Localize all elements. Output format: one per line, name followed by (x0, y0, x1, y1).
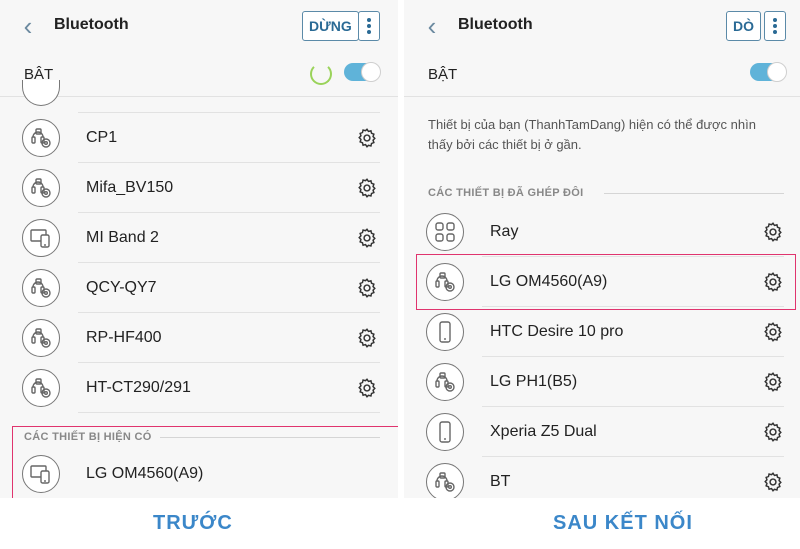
device-name: LG PH1(B5) (490, 373, 578, 390)
headset-icon (426, 463, 464, 498)
app-bar: ‹ Bluetooth DỪNG (0, 0, 398, 52)
more-options-icon[interactable] (764, 11, 786, 41)
gear-icon[interactable] (356, 327, 378, 349)
stop-scan-button[interactable]: DỪNG (302, 11, 359, 41)
device-row[interactable]: CP1 (0, 113, 398, 163)
phone-icon (426, 313, 464, 351)
gear-icon[interactable] (762, 471, 784, 493)
gear-icon[interactable] (762, 421, 784, 443)
headset-icon (22, 119, 60, 157)
back-arrow-icon[interactable]: ‹ (16, 13, 40, 39)
headset-icon (22, 269, 60, 307)
device-name: HT-CT290/291 (86, 379, 191, 396)
devices-icon (22, 219, 60, 257)
more-options-icon[interactable] (358, 11, 380, 41)
device-name: BT (490, 473, 511, 490)
device-name: CP1 (86, 129, 118, 146)
gear-icon[interactable] (356, 127, 378, 149)
phone-icon (426, 413, 464, 451)
left-screen: ‹ Bluetooth DỪNG BẬT CP1 Mifa_BV150 MI Ban… (0, 0, 398, 498)
gear-icon[interactable] (356, 377, 378, 399)
page-title: Bluetooth (54, 16, 129, 33)
device-row[interactable]: BT (404, 457, 800, 498)
device-row[interactable]: Xperia Z5 Dual (404, 407, 800, 457)
device-name: QCY-QY7 (86, 279, 157, 296)
device-name: HTC Desire 10 pro (490, 323, 624, 340)
after-caption: SAU KẾT NỐI (553, 512, 693, 534)
bluetooth-toggle[interactable] (344, 62, 381, 82)
grid-icon (426, 213, 464, 251)
highlight-box (12, 426, 398, 498)
highlight-box (416, 254, 796, 310)
right-screen: ‹ Bluetooth DÒ BẬT Thiết bị của bạn (Tha… (404, 0, 800, 498)
device-name: MI Band 2 (86, 229, 159, 246)
partial-device-icon (22, 80, 60, 106)
device-row[interactable]: MI Band 2 (0, 213, 398, 263)
gear-icon[interactable] (762, 321, 784, 343)
status-label: BẬT (428, 66, 458, 83)
paired-section-title: CÁC THIẾT BỊ ĐÃ GHÉP ĐÔI (428, 187, 584, 199)
device-row[interactable]: RP-HF400 (0, 313, 398, 363)
gear-icon[interactable] (762, 221, 784, 243)
visibility-info-text: Thiết bị của bạn (ThanhTamDang) hiện có … (428, 117, 756, 152)
app-bar: ‹ Bluetooth DÒ (404, 0, 800, 52)
headset-icon (22, 169, 60, 207)
device-name: RP-HF400 (86, 329, 162, 346)
divider (78, 412, 380, 413)
device-name: Xperia Z5 Dual (490, 423, 597, 440)
headset-icon (426, 363, 464, 401)
device-row[interactable]: LG PH1(B5) (404, 357, 800, 407)
device-name: Mifa_BV150 (86, 179, 174, 196)
device-row[interactable]: Ray (404, 207, 800, 257)
device-row[interactable]: HT-CT290/291 (0, 363, 398, 413)
gear-icon[interactable] (762, 371, 784, 393)
scan-button[interactable]: DÒ (726, 11, 761, 41)
device-row[interactable]: QCY-QY7 (0, 263, 398, 313)
device-name: Ray (490, 223, 519, 240)
page-title: Bluetooth (458, 16, 533, 33)
bluetooth-toggle[interactable] (750, 62, 787, 82)
back-arrow-icon[interactable]: ‹ (420, 13, 444, 39)
device-row[interactable]: Mifa_BV150 (0, 163, 398, 213)
gear-icon[interactable] (356, 177, 378, 199)
headset-icon (22, 369, 60, 407)
device-row[interactable]: HTC Desire 10 pro (404, 307, 800, 357)
scanning-spinner-icon (310, 63, 332, 85)
headset-icon (22, 319, 60, 357)
gear-icon[interactable] (356, 227, 378, 249)
gear-icon[interactable] (356, 277, 378, 299)
before-caption: TRƯỚC (153, 512, 233, 534)
bluetooth-status-row[interactable]: BẬT (404, 52, 800, 97)
section-divider (604, 193, 784, 194)
